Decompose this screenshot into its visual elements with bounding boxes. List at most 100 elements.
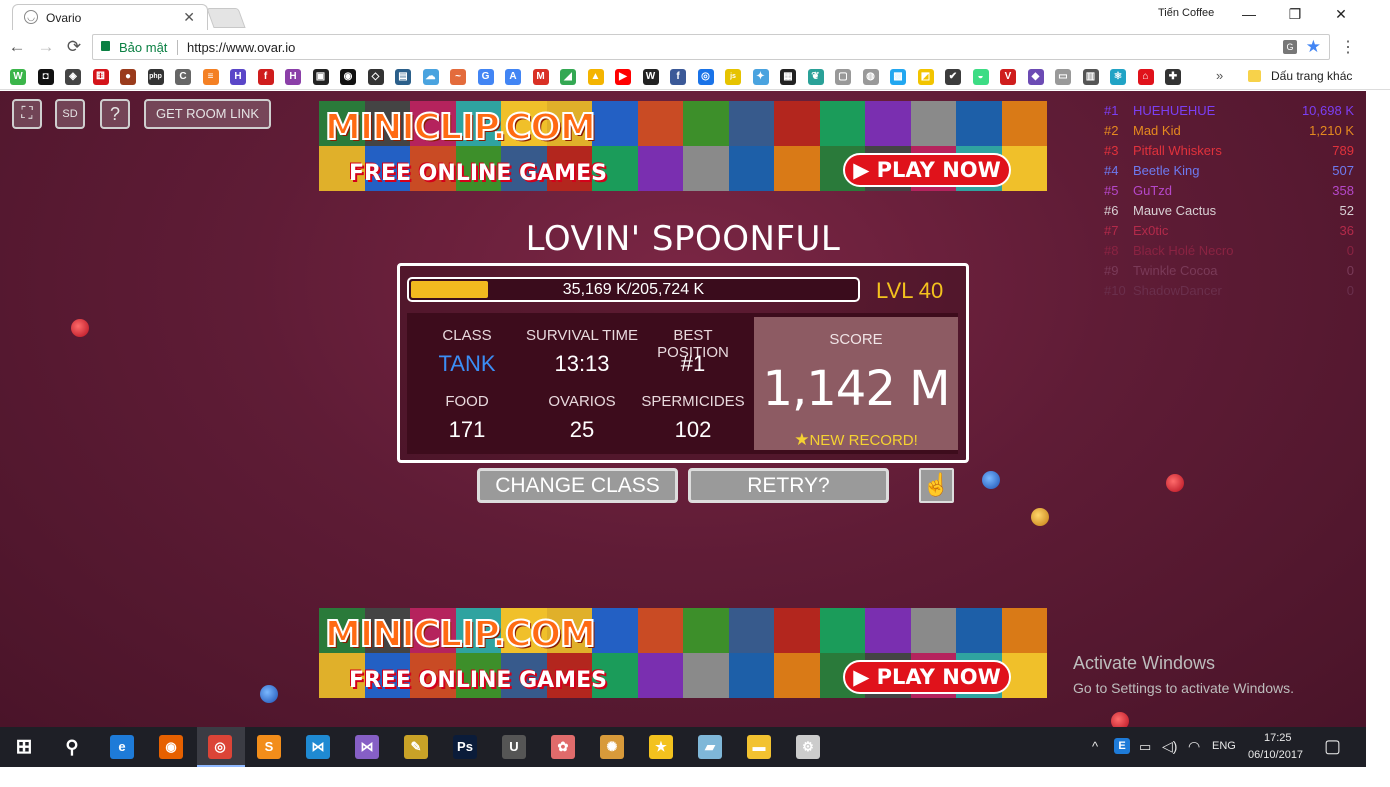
dice-icon[interactable]: ⚅ (92, 69, 109, 85)
drive-icon[interactable]: ▲ (587, 69, 604, 85)
forward-button[interactable]: → (35, 36, 57, 58)
reload-button[interactable]: ⟳ (63, 36, 85, 58)
terminal-icon[interactable]: ▤ (395, 69, 411, 85)
new-tab-button[interactable] (206, 8, 246, 28)
battery-icon[interactable]: ▭ (1139, 739, 1151, 755)
change-class-button[interactable]: CHANGE CLASS (477, 468, 678, 503)
github-icon[interactable]: ◉ (340, 69, 356, 85)
input-method-icon[interactable]: E (1114, 738, 1130, 754)
page-scrollbar[interactable] (1366, 91, 1390, 727)
language-indicator[interactable]: ENG (1212, 740, 1236, 752)
notifications-icon[interactable]: ▢ (1324, 736, 1341, 757)
address-bar[interactable]: Bảo mật https://www.ovar.io G ★ (92, 34, 1330, 60)
translate-icon[interactable]: G (1283, 40, 1297, 54)
wikia-icon[interactable]: W (10, 69, 26, 85)
star-app-icon[interactable]: ★ (649, 735, 673, 759)
c-icon[interactable]: C (175, 69, 191, 85)
cam-icon[interactable]: ▣ (312, 69, 329, 85)
volume-icon[interactable]: ◁) (1162, 738, 1177, 755)
visual-studio-icon[interactable]: ⋈ (355, 735, 379, 759)
clock-date[interactable]: 06/10/2017 (1248, 749, 1303, 761)
h-icon[interactable]: H (230, 69, 246, 85)
like-hand-icon[interactable]: ☝ (919, 468, 954, 503)
leaf-icon[interactable]: ❦ (807, 69, 824, 85)
fullscreen-button[interactable]: ⛶ (12, 99, 42, 129)
tray-chevron-icon[interactable]: ^ (1092, 739, 1098, 754)
notes-icon[interactable]: ▰ (698, 735, 722, 759)
edge-icon[interactable]: e (110, 735, 134, 759)
chrome-icon[interactable]: ◎ (697, 69, 714, 85)
tab-close-icon[interactable]: ✕ (183, 9, 195, 26)
chrome-taskbar-icon[interactable]: ◎ (208, 735, 232, 759)
help-button[interactable]: ? (100, 99, 130, 129)
close-window-button[interactable]: ✕ (1318, 2, 1364, 28)
start-button[interactable]: ⊞ (12, 735, 36, 759)
bookmarks-overflow-button[interactable]: » (1216, 68, 1223, 83)
ufo-icon[interactable]: ✦ (752, 69, 769, 85)
other-bookmarks-link[interactable]: Dấu trang khác (1271, 69, 1352, 83)
diamond-icon[interactable]: ◈ (65, 69, 81, 85)
chromium-icon[interactable]: ◍ (862, 69, 879, 85)
sticky-icon[interactable]: ◩ (917, 69, 934, 85)
page-icon[interactable]: ▢ (835, 69, 851, 85)
codepen-icon[interactable]: ◇ (367, 69, 384, 85)
gamedev-icon[interactable]: ▦ (780, 69, 796, 85)
doc-icon[interactable]: ▭ (1055, 69, 1071, 85)
game-canvas[interactable]: ⛶ SD ? GET ROOM LINK MINICLIP.COM FREE O… (0, 91, 1366, 727)
maps-icon[interactable]: ◢ (560, 69, 576, 85)
fullscreen-site-icon[interactable]: ◘ (37, 69, 54, 85)
wave-icon[interactable]: ~ (450, 69, 466, 85)
miniclip-ad-bottom[interactable]: MINICLIP.COM FREE ONLINE GAMES ▶ PLAY NO… (319, 608, 1047, 698)
firefox-icon[interactable]: ◉ (159, 735, 183, 759)
android-icon[interactable]: ◒ (972, 69, 989, 85)
paint-icon[interactable]: ✿ (551, 735, 575, 759)
url-text[interactable]: https://www.ovar.io (187, 40, 295, 55)
check-icon[interactable]: ✔ (945, 69, 961, 85)
red-house-icon[interactable]: ⌂ (1137, 69, 1154, 85)
vscode-icon[interactable]: ⋈ (306, 735, 330, 759)
wikipedia-icon[interactable]: W (642, 69, 659, 85)
maximize-button[interactable]: ❐ (1272, 2, 1318, 28)
palette-icon[interactable]: ✺ (600, 735, 624, 759)
retry-button[interactable]: RETRY? (688, 468, 889, 503)
clock-time[interactable]: 17:25 (1264, 732, 1292, 744)
f-icon[interactable]: f (257, 69, 274, 85)
wifi-icon[interactable]: ◠ (1188, 738, 1200, 755)
avatar-bookmark-icon[interactable]: ● (120, 69, 136, 85)
minimize-button[interactable]: — (1226, 2, 1272, 28)
vivaldi-icon[interactable]: V (1000, 69, 1016, 85)
heroku-icon[interactable]: H (285, 69, 301, 85)
leaderboard-name: Pitfall Whiskers (1133, 143, 1222, 158)
facebook-icon[interactable]: f (670, 69, 686, 85)
ad-play-now-button[interactable]: ▶ PLAY NOW (843, 660, 1011, 694)
get-room-link-button[interactable]: GET ROOM LINK (144, 99, 271, 129)
counter-icon[interactable]: ▥ (1082, 69, 1099, 85)
sublime-icon[interactable]: S (257, 735, 281, 759)
youtube-icon[interactable]: ▶ (615, 69, 631, 85)
profile-name[interactable]: Tiến Coffee (1158, 7, 1214, 19)
tiles-icon[interactable]: ▩ (890, 69, 906, 85)
search-icon[interactable]: ⚲ (60, 735, 84, 759)
settings-icon[interactable]: ⚙ (796, 735, 820, 759)
back-button[interactable]: ← (6, 36, 28, 58)
stackoverflow-icon[interactable]: ≡ (202, 69, 219, 85)
google-icon[interactable]: G (477, 69, 494, 85)
cloud-icon[interactable]: ☁ (422, 69, 439, 85)
bookmark-star-icon[interactable]: ★ (1306, 37, 1321, 57)
miniclip-ad-top[interactable]: MINICLIP.COM FREE ONLINE GAMES ▶ PLAY NO… (319, 101, 1047, 191)
tools-icon[interactable]: ✎ (404, 735, 428, 759)
unikey-icon[interactable]: U (502, 735, 526, 759)
js-icon[interactable]: js (725, 69, 741, 85)
php-icon[interactable]: php (147, 69, 164, 85)
sd-quality-button[interactable]: SD (55, 99, 85, 129)
photoshop-icon[interactable]: Ps (453, 735, 477, 759)
ad-play-now-button[interactable]: ▶ PLAY NOW (843, 153, 1011, 187)
browser-menu-button[interactable]: ⋮ (1340, 37, 1356, 57)
translate-bm-icon[interactable]: A (505, 69, 521, 85)
react-icon[interactable]: ⚛ (1110, 69, 1126, 85)
puzzle-icon[interactable]: ✚ (1165, 69, 1181, 85)
explorer-icon[interactable]: ▬ (747, 735, 771, 759)
gmail-icon[interactable]: M (532, 69, 549, 85)
browser-tab[interactable]: ◡ Ovario ✕ (12, 4, 208, 30)
gem-icon[interactable]: ◆ (1027, 69, 1044, 85)
